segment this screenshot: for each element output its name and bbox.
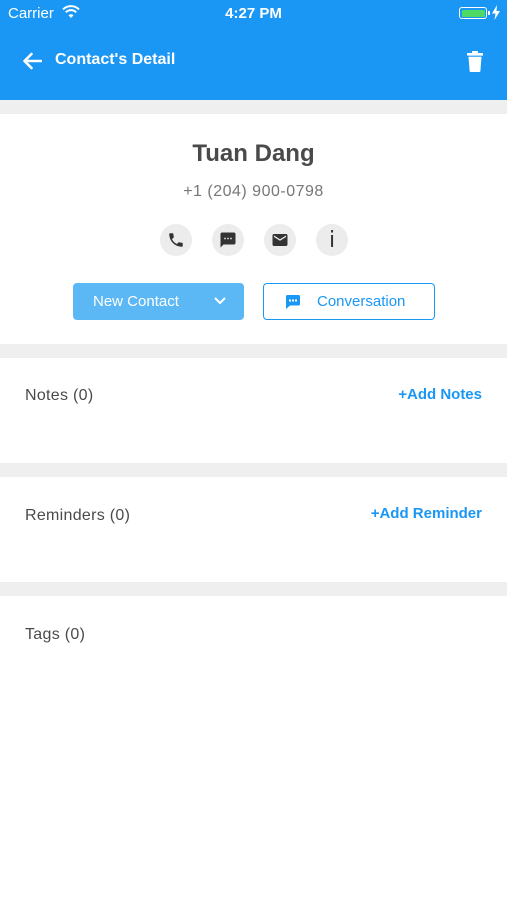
info-button[interactable]: i bbox=[316, 224, 348, 256]
section-divider bbox=[0, 344, 507, 358]
trash-icon[interactable] bbox=[467, 51, 483, 72]
tags-section: Tags (0) bbox=[0, 596, 507, 900]
back-arrow-icon[interactable] bbox=[22, 52, 42, 70]
status-bar: Carrier 4:27 PM bbox=[0, 0, 507, 28]
chat-icon bbox=[286, 295, 300, 309]
section-divider bbox=[0, 100, 507, 114]
call-button[interactable] bbox=[160, 224, 192, 256]
charging-bolt-icon bbox=[492, 5, 500, 20]
tags-title: Tags (0) bbox=[25, 626, 86, 643]
contact-card: Tuan Dang +1 (204) 900-0798 i New Contac… bbox=[0, 114, 507, 344]
battery-icon bbox=[459, 7, 490, 19]
phone-icon bbox=[169, 233, 183, 247]
new-contact-dropdown[interactable]: New Contact bbox=[73, 283, 244, 320]
add-reminder-link[interactable]: +Add Reminder bbox=[371, 505, 482, 522]
section-divider bbox=[0, 582, 507, 596]
app-header: Carrier 4:27 PM Contact's Detail bbox=[0, 0, 507, 100]
chevron-down-icon bbox=[214, 297, 226, 304]
info-icon: i bbox=[328, 227, 336, 253]
add-notes-link[interactable]: +Add Notes bbox=[398, 386, 482, 403]
conversation-label: Conversation bbox=[317, 293, 406, 310]
section-divider bbox=[0, 463, 507, 477]
email-icon bbox=[272, 234, 288, 246]
conversation-button[interactable]: Conversation bbox=[263, 283, 435, 320]
contact-phone: +1 (204) 900-0798 bbox=[183, 183, 324, 200]
status-time: 4:27 PM bbox=[225, 5, 282, 22]
new-contact-label: New Contact bbox=[93, 293, 179, 310]
contact-actions: i bbox=[160, 224, 348, 256]
page-title: Contact's Detail bbox=[55, 51, 176, 68]
notes-title: Notes (0) bbox=[25, 387, 94, 404]
message-button[interactable] bbox=[212, 224, 244, 256]
reminders-section: Reminders (0) +Add Reminder bbox=[0, 477, 507, 582]
notes-section: Notes (0) +Add Notes bbox=[0, 358, 507, 463]
email-button[interactable] bbox=[264, 224, 296, 256]
reminders-title: Reminders (0) bbox=[25, 507, 131, 524]
sms-icon bbox=[220, 232, 236, 248]
contact-name: Tuan Dang bbox=[192, 140, 315, 167]
